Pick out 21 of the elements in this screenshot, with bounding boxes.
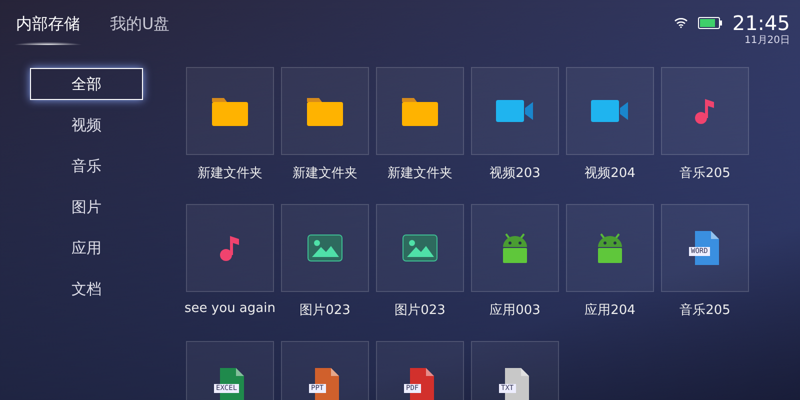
file-name: 音乐205 — [680, 302, 730, 319]
file-name: 新建文件夹 — [292, 165, 358, 182]
file-name: 图片023 — [394, 302, 446, 319]
file-name: 图片023 — [300, 302, 350, 319]
category-item[interactable]: 图片 — [30, 191, 143, 223]
clock-date: 11月20日 — [744, 34, 790, 48]
category-item[interactable]: 音乐 — [30, 150, 143, 182]
file-name: 应用204 — [584, 302, 636, 319]
file-name: 应用003 — [490, 302, 540, 319]
storage-tab[interactable]: 我的U盘 — [108, 12, 172, 45]
file-name: 视频204 — [584, 165, 636, 182]
file-name: see you again — [184, 301, 276, 316]
category-item[interactable]: 应用 — [30, 232, 143, 264]
category-item[interactable]: 全部 — [30, 68, 143, 100]
clock-time: 21:45 — [732, 12, 790, 34]
file-name: 音乐205 — [680, 165, 730, 182]
file-name: 视频203 — [490, 165, 540, 182]
category-item[interactable]: 视频 — [30, 109, 143, 141]
file-name: 新建文件夹 — [388, 165, 452, 182]
category-item[interactable]: 文档 — [30, 273, 143, 305]
file-name: 新建文件夹 — [198, 165, 262, 182]
